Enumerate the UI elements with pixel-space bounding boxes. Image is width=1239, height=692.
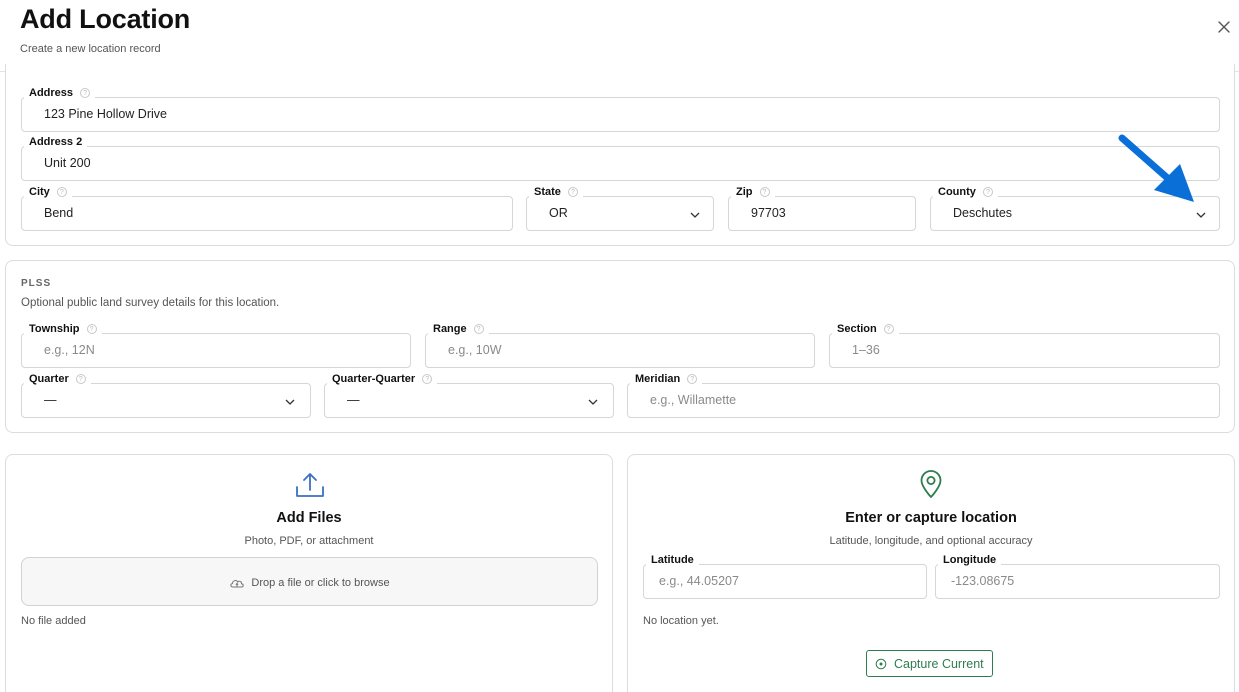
range-field[interactable]: Range? e.g., 10W [425,322,815,368]
city-label: City [29,186,50,198]
zip-field[interactable]: Zip? 97703 [728,185,916,231]
dropzone-text: Drop a file or click to browse [251,577,390,589]
map-pin-icon [920,470,942,498]
zip-value: 97703 [751,206,786,220]
range-label: Range [433,323,467,335]
files-panel: Add Files Photo, PDF, or attachment Drop… [5,454,613,692]
township-label: Township [29,323,80,335]
plss-card: PLSS Optional public land survey details… [5,260,1235,433]
quarter-value: — [44,393,57,407]
files-title: Add Files [276,510,342,526]
meridian-label: Meridian [635,373,681,385]
quarter-label: Quarter [29,373,69,385]
latitude-placeholder: e.g., 44.05207 [659,574,739,588]
help-icon[interactable]: ? [80,88,91,98]
section-field[interactable]: Section? 1–36 [829,322,1220,368]
file-status: No file added [21,615,86,627]
help-icon[interactable]: ? [883,324,894,334]
plss-description: Optional public land survey details for … [21,297,280,309]
close-button[interactable] [1214,17,1234,37]
files-subtitle: Photo, PDF, or attachment [244,535,374,547]
county-value: Deschutes [953,206,1013,220]
longitude-field[interactable]: Longitude -123.08675 [935,553,1220,599]
help-icon[interactable]: ? [422,374,433,384]
location-subtitle: Latitude, longitude, and optional accura… [829,535,1033,547]
quarter-quarter-label: Quarter-Quarter [332,373,416,385]
location-panel: Enter or capture location Latitude, long… [627,454,1235,692]
address-value: 123 Pine Hollow Drive [44,107,167,121]
crosshair-icon [875,658,887,669]
address2-field[interactable]: Address 2 Unit 200 [21,135,1220,181]
address2-label: Address 2 [29,136,83,148]
help-icon[interactable]: ? [567,187,578,197]
quarter-select[interactable]: Quarter? — [21,372,311,418]
address2-value: Unit 200 [44,156,91,170]
chevron-down-icon [690,212,700,218]
state-label: State [534,186,561,198]
address-label: Address [29,87,74,99]
state-select[interactable]: State? OR [526,185,714,231]
city-field[interactable]: City? Bend [21,185,513,231]
plss-heading: PLSS [21,278,52,289]
quarter-quarter-value: — [347,393,360,407]
help-icon[interactable]: ? [759,187,770,197]
longitude-label: Longitude [943,554,997,566]
help-icon[interactable]: ? [75,374,86,384]
zip-label: Zip [736,186,753,198]
meridian-placeholder: e.g., Willamette [650,393,737,407]
location-status: No location yet. [643,615,719,627]
quarter-quarter-select[interactable]: Quarter-Quarter? — [324,372,614,418]
help-icon[interactable]: ? [56,187,67,197]
capture-current-button[interactable]: Capture Current [866,650,993,677]
close-icon [1218,21,1230,33]
capture-current-label: Capture Current [894,656,984,671]
help-icon[interactable]: ? [86,324,97,334]
annotation-arrow [1118,134,1194,202]
cloud-upload-icon [230,580,245,588]
location-title: Enter or capture location [845,510,1017,526]
address-card: Address? 123 Pine Hollow Drive Address 2… [5,64,1235,246]
latitude-field[interactable]: Latitude e.g., 44.05207 [643,553,927,599]
upload-icon [296,473,324,497]
city-value: Bend [44,206,74,220]
help-icon[interactable]: ? [687,374,698,384]
section-placeholder: 1–36 [852,343,880,357]
chevron-down-icon [588,399,598,405]
section-label: Section [837,323,877,335]
chevron-down-icon [285,399,295,405]
longitude-placeholder: -123.08675 [951,574,1015,588]
county-label: County [938,186,976,198]
meridian-field[interactable]: Meridian? e.g., Willamette [627,372,1220,418]
file-dropzone[interactable]: Drop a file or click to browse [21,557,598,606]
help-icon[interactable]: ? [473,324,484,334]
township-field[interactable]: Township? e.g., 12N [21,322,411,368]
township-placeholder: e.g., 12N [44,343,95,357]
range-placeholder: e.g., 10W [448,343,502,357]
page-subtitle: Create a new location record [20,43,161,55]
latitude-label: Latitude [651,554,694,566]
help-icon[interactable]: ? [982,187,993,197]
address-field[interactable]: Address? 123 Pine Hollow Drive [21,86,1220,132]
state-value: OR [549,206,568,220]
dialog-header: Add Location Create a new location recor… [0,0,1239,72]
page-title: Add Location [20,4,191,34]
